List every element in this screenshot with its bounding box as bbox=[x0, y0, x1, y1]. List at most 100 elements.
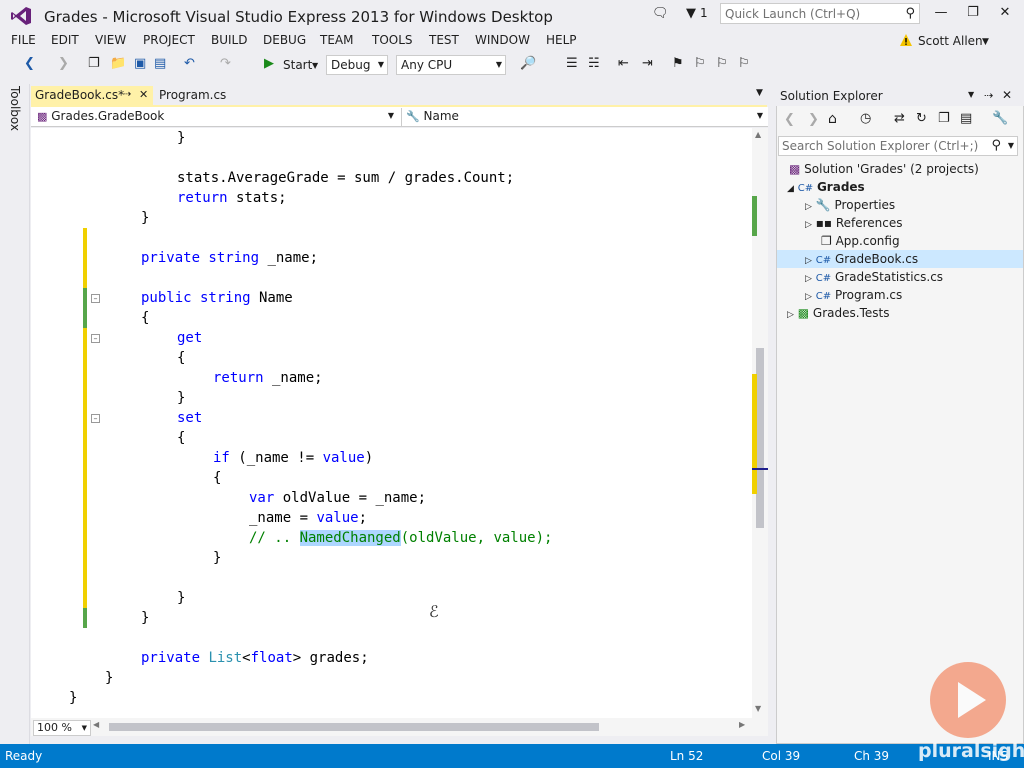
member-dropdown-value: Name bbox=[423, 109, 459, 123]
menu-file[interactable]: FILE bbox=[11, 33, 36, 47]
collapse-all-icon[interactable]: ❐ bbox=[938, 111, 950, 126]
forward-icon[interactable]: ❯ bbox=[58, 56, 69, 71]
forward-icon[interactable]: ❯ bbox=[808, 112, 819, 127]
start-icon[interactable]: ▶ bbox=[264, 56, 274, 71]
status-char: Ch 39 bbox=[854, 749, 890, 763]
history-icon[interactable]: ◷ bbox=[860, 111, 871, 126]
panel-menu-icon[interactable]: ▼ bbox=[968, 90, 974, 99]
toolbox-label[interactable]: Toolbox bbox=[8, 86, 22, 131]
find-in-files-icon[interactable]: 🔎 bbox=[520, 56, 536, 71]
close-icon[interactable]: ✕ bbox=[139, 88, 148, 101]
tree-item-gradebook-selected[interactable]: ▷ C# GradeBook.cs bbox=[777, 250, 1023, 268]
maximize-button[interactable]: ❐ bbox=[958, 5, 988, 23]
menu-project[interactable]: PROJECT bbox=[143, 33, 195, 47]
zoom-select[interactable]: 100 % ▼ bbox=[33, 720, 91, 736]
user-name[interactable]: Scott Allen bbox=[918, 34, 983, 48]
clear-bookmarks-icon[interactable]: ⚐ bbox=[738, 56, 750, 71]
notification-icon[interactable]: 🗨 bbox=[652, 6, 669, 21]
scroll-down-icon[interactable]: ▼ bbox=[755, 704, 761, 713]
solution-search-input[interactable]: Search Solution Explorer (Ctrl+;) ⚲ ▼ bbox=[778, 136, 1018, 156]
scrollbar-thumb[interactable] bbox=[109, 723, 599, 731]
back-icon[interactable]: ❮ bbox=[24, 56, 35, 71]
code-line: } bbox=[177, 590, 186, 606]
undo-icon[interactable]: ↶ bbox=[184, 56, 195, 71]
pin-icon[interactable]: ⇢ bbox=[984, 89, 993, 102]
toolbox-strip[interactable] bbox=[0, 84, 30, 744]
tab-gradebook[interactable]: GradeBook.cs* ⇢ ✕ bbox=[31, 86, 153, 106]
comment-icon[interactable]: ☰ bbox=[566, 56, 578, 71]
menu-build[interactable]: BUILD bbox=[211, 33, 247, 47]
uncomment-icon[interactable]: ☵ bbox=[588, 56, 600, 71]
open-file-icon[interactable]: 📁 bbox=[110, 56, 126, 71]
tab-program[interactable]: Program.cs bbox=[155, 86, 260, 106]
chevron-down-icon: ▼ bbox=[495, 60, 502, 69]
platform-select[interactable]: Any CPU ▼ bbox=[396, 55, 506, 75]
feedback-filter-icon[interactable]: ▼ bbox=[686, 6, 696, 21]
scrollbar-thumb[interactable] bbox=[756, 348, 764, 528]
tab-gradebook-label: GradeBook.cs* bbox=[35, 88, 125, 102]
code-line: set bbox=[177, 410, 203, 426]
outdent-icon[interactable]: ⇤ bbox=[618, 56, 629, 71]
tree-item-gradestatistics[interactable]: ▷ C# GradeStatistics.cs bbox=[805, 268, 943, 286]
next-bookmark-icon[interactable]: ⚐ bbox=[716, 56, 728, 71]
wrench-icon: 🔧 bbox=[815, 198, 831, 212]
tree-item-grades[interactable]: ◢ C# Grades bbox=[787, 178, 865, 196]
menu-debug[interactable]: DEBUG bbox=[263, 33, 306, 47]
redo-icon[interactable]: ↷ bbox=[220, 56, 231, 71]
properties-icon[interactable]: 🔧 bbox=[992, 111, 1008, 126]
new-project-icon[interactable]: ❐ bbox=[88, 56, 100, 71]
start-button[interactable]: Start bbox=[283, 58, 312, 72]
scroll-right-icon[interactable]: ▶ bbox=[739, 720, 745, 729]
menu-team[interactable]: TEAM bbox=[320, 33, 353, 47]
solution-icon: ▩ bbox=[789, 162, 801, 176]
menu-test[interactable]: TEST bbox=[429, 33, 459, 47]
configuration-select[interactable]: Debug ▼ bbox=[326, 55, 388, 75]
tab-overflow-icon[interactable]: ▼ bbox=[756, 88, 763, 98]
save-icon[interactable]: ▣ bbox=[134, 56, 146, 71]
menu-edit[interactable]: EDIT bbox=[51, 33, 79, 47]
minimize-button[interactable]: — bbox=[926, 5, 956, 23]
tree-item-program[interactable]: ▷ C# Program.cs bbox=[805, 286, 902, 304]
vertical-scrollbar[interactable]: ▲ ▼ bbox=[752, 128, 768, 718]
menu-window[interactable]: WINDOW bbox=[475, 33, 530, 47]
tree-item-properties[interactable]: ▷ 🔧 Properties bbox=[805, 196, 895, 214]
back-icon[interactable]: ❮ bbox=[784, 112, 795, 127]
menu-tools[interactable]: TOOLS bbox=[372, 33, 413, 47]
quick-launch-input[interactable]: Quick Launch (Ctrl+Q) ⚲ bbox=[720, 3, 920, 24]
code-line: if (_name != value) bbox=[213, 450, 374, 466]
horizontal-scrollbar[interactable]: ◀ ▶ bbox=[31, 718, 768, 736]
home-icon[interactable]: ⌂ bbox=[828, 111, 837, 127]
bookmark-icon[interactable]: ⚑ bbox=[672, 56, 684, 71]
code-editor[interactable]: – – – } stats.AverageGrade = sum / grade… bbox=[31, 128, 752, 718]
sync-icon[interactable]: ⇄ bbox=[894, 111, 905, 126]
tree-item-app-config[interactable]: ❐ App.config bbox=[821, 232, 900, 250]
references-icon: ▪▪ bbox=[815, 216, 833, 230]
show-all-files-icon[interactable]: ▤ bbox=[960, 111, 972, 126]
solution-search-placeholder: Search Solution Explorer (Ctrl+;) bbox=[782, 139, 979, 153]
indent-icon[interactable]: ⇥ bbox=[642, 56, 653, 71]
member-dropdown[interactable]: 🔧 Name ▼ bbox=[401, 108, 767, 126]
tree-item-solution[interactable]: ▩ Solution 'Grades' (2 projects) bbox=[789, 160, 979, 178]
scroll-left-icon[interactable]: ◀ bbox=[93, 720, 99, 729]
type-dropdown[interactable]: ▩ Grades.GradeBook ▼ bbox=[33, 108, 398, 126]
tree-item-references[interactable]: ▷ ▪▪ References bbox=[805, 214, 903, 232]
close-icon[interactable]: ✕ bbox=[1002, 88, 1012, 102]
refresh-icon[interactable]: ↻ bbox=[916, 111, 927, 126]
start-dropdown-icon[interactable]: ▼ bbox=[312, 61, 318, 70]
type-dropdown-value: Grades.GradeBook bbox=[51, 109, 165, 123]
prev-bookmark-icon[interactable]: ⚐ bbox=[694, 56, 706, 71]
collapse-icon[interactable]: – bbox=[91, 334, 100, 343]
collapse-icon[interactable]: – bbox=[91, 414, 100, 423]
collapse-icon[interactable]: – bbox=[91, 294, 100, 303]
pin-icon[interactable]: ⇢ bbox=[123, 89, 131, 100]
menu-help[interactable]: HELP bbox=[546, 33, 577, 47]
user-dropdown-icon[interactable]: ▼ bbox=[982, 37, 989, 47]
expand-arrow-icon: ▷ bbox=[787, 310, 794, 320]
scroll-up-icon[interactable]: ▲ bbox=[755, 130, 761, 139]
close-window-button[interactable]: ✕ bbox=[990, 5, 1020, 23]
menu-view[interactable]: VIEW bbox=[95, 33, 126, 47]
code-line: { bbox=[177, 430, 186, 446]
tree-item-grades-tests[interactable]: ▷ ▩ Grades.Tests bbox=[787, 304, 889, 322]
save-all-icon[interactable]: ▤ bbox=[154, 56, 166, 71]
code-line: public string Name bbox=[141, 290, 293, 306]
